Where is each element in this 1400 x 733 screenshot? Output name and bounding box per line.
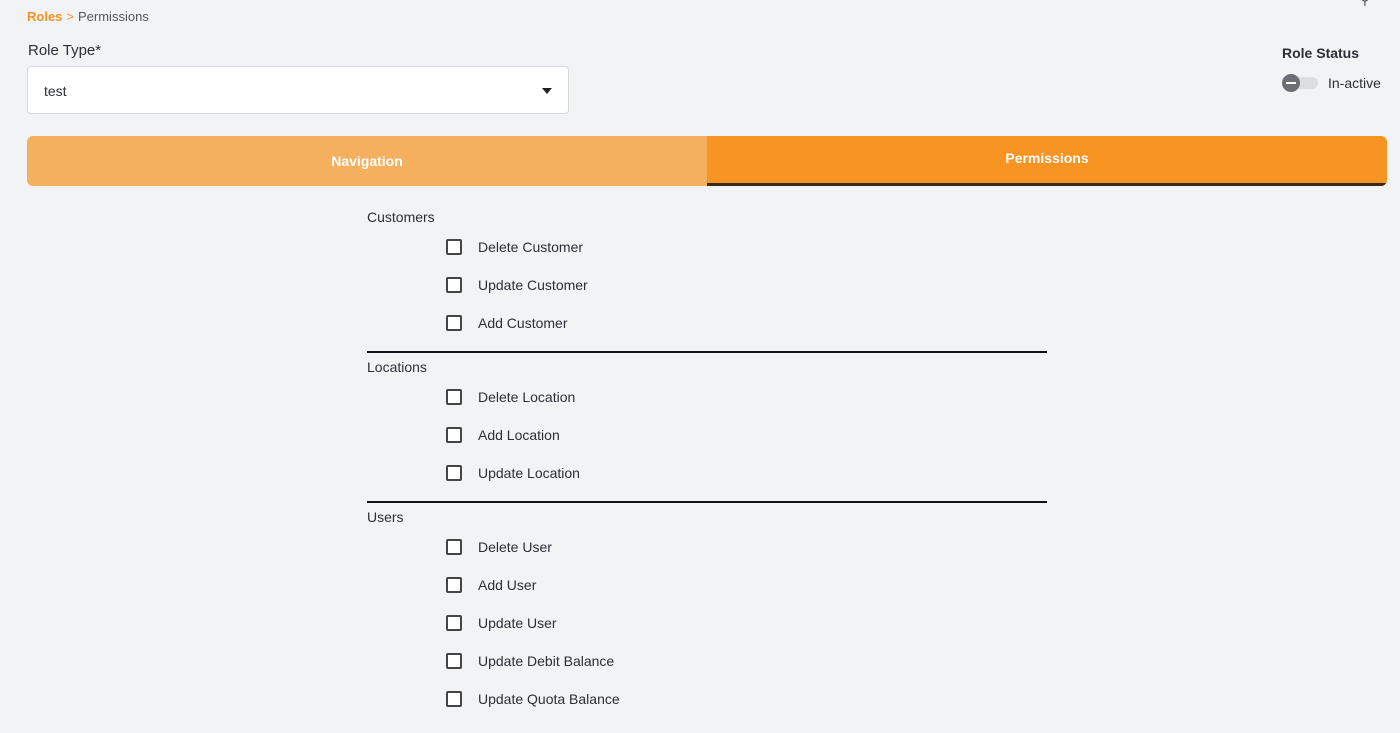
- tab-bar: Navigation Permissions: [27, 136, 1387, 186]
- breadcrumb: Roles > Permissions: [27, 9, 149, 24]
- permission-label: Update Customer: [478, 277, 588, 293]
- permission-group: Locations Delete Location Add Location Upda…: [367, 359, 1047, 503]
- role-type-label: Role Type*: [28, 42, 102, 59]
- permission-row[interactable]: Update User: [367, 603, 1047, 643]
- permission-label: Add Location: [478, 427, 560, 443]
- tab-permissions[interactable]: Permissions: [707, 136, 1387, 186]
- role-type-select[interactable]: test: [27, 66, 569, 114]
- permission-checkbox[interactable]: [446, 427, 462, 443]
- permission-row[interactable]: Delete Location: [367, 377, 1047, 417]
- permission-checkbox[interactable]: [446, 239, 462, 255]
- permission-label: Delete User: [478, 539, 552, 555]
- permission-row[interactable]: Add Customer: [367, 303, 1047, 343]
- permissions-list: Customers Delete Customer Update Customer A…: [367, 209, 1047, 733]
- permission-row[interactable]: Add Location: [367, 415, 1047, 455]
- tab-navigation[interactable]: Navigation: [27, 136, 707, 186]
- permission-checkbox[interactable]: [446, 691, 462, 707]
- permission-label: Update Debit Balance: [478, 653, 615, 669]
- toggle-knob: [1282, 74, 1300, 92]
- permission-label: Update Quota Balance: [478, 691, 620, 707]
- breadcrumb-roles-link[interactable]: Roles: [27, 9, 62, 24]
- permission-checkbox[interactable]: [446, 277, 462, 293]
- permission-label: Delete Customer: [478, 239, 584, 255]
- permission-checkbox[interactable]: [446, 465, 462, 481]
- permission-label: Update Location: [478, 465, 580, 481]
- permission-row[interactable]: Update Customer: [367, 265, 1047, 305]
- permission-group-title: Customers: [367, 209, 435, 225]
- permission-label: Delete Location: [478, 389, 576, 405]
- chevron-down-icon: [542, 88, 552, 94]
- permission-label: Add User: [478, 577, 537, 593]
- role-status-label: Role Status: [1282, 45, 1360, 61]
- permission-label: Update User: [478, 615, 557, 631]
- minus-icon: [1286, 82, 1296, 84]
- permission-checkbox[interactable]: [446, 615, 462, 631]
- permission-row[interactable]: Add User: [367, 565, 1047, 605]
- permission-checkbox[interactable]: [446, 653, 462, 669]
- permission-label: Add Customer: [478, 315, 568, 331]
- permission-checkbox[interactable]: [446, 389, 462, 405]
- role-type-value: test: [44, 83, 67, 99]
- permission-checkbox[interactable]: [446, 577, 462, 593]
- permission-group: Customers Delete Customer Update Customer A…: [367, 209, 1047, 353]
- role-status-toggle[interactable]: [1282, 74, 1318, 92]
- permission-row[interactable]: Delete Customer: [367, 227, 1047, 267]
- permission-group-title: Users: [367, 509, 404, 525]
- permission-row[interactable]: Delete User: [367, 527, 1047, 567]
- permission-group-title: Locations: [367, 359, 427, 375]
- permission-checkbox[interactable]: [446, 539, 462, 555]
- permission-checkbox[interactable]: [446, 315, 462, 331]
- permission-row[interactable]: Update Location: [367, 453, 1047, 493]
- breadcrumb-separator: >: [66, 9, 74, 24]
- breadcrumb-current: Permissions: [78, 9, 149, 24]
- permission-group: Users Delete User Add User Update User Updat…: [367, 509, 1047, 727]
- role-status-text: In-active: [1328, 75, 1381, 91]
- permission-row[interactable]: Update Debit Balance: [367, 641, 1047, 681]
- permission-row[interactable]: Update Quota Balance: [367, 679, 1047, 719]
- search-icon[interactable]: ⚲: [1360, 0, 1370, 8]
